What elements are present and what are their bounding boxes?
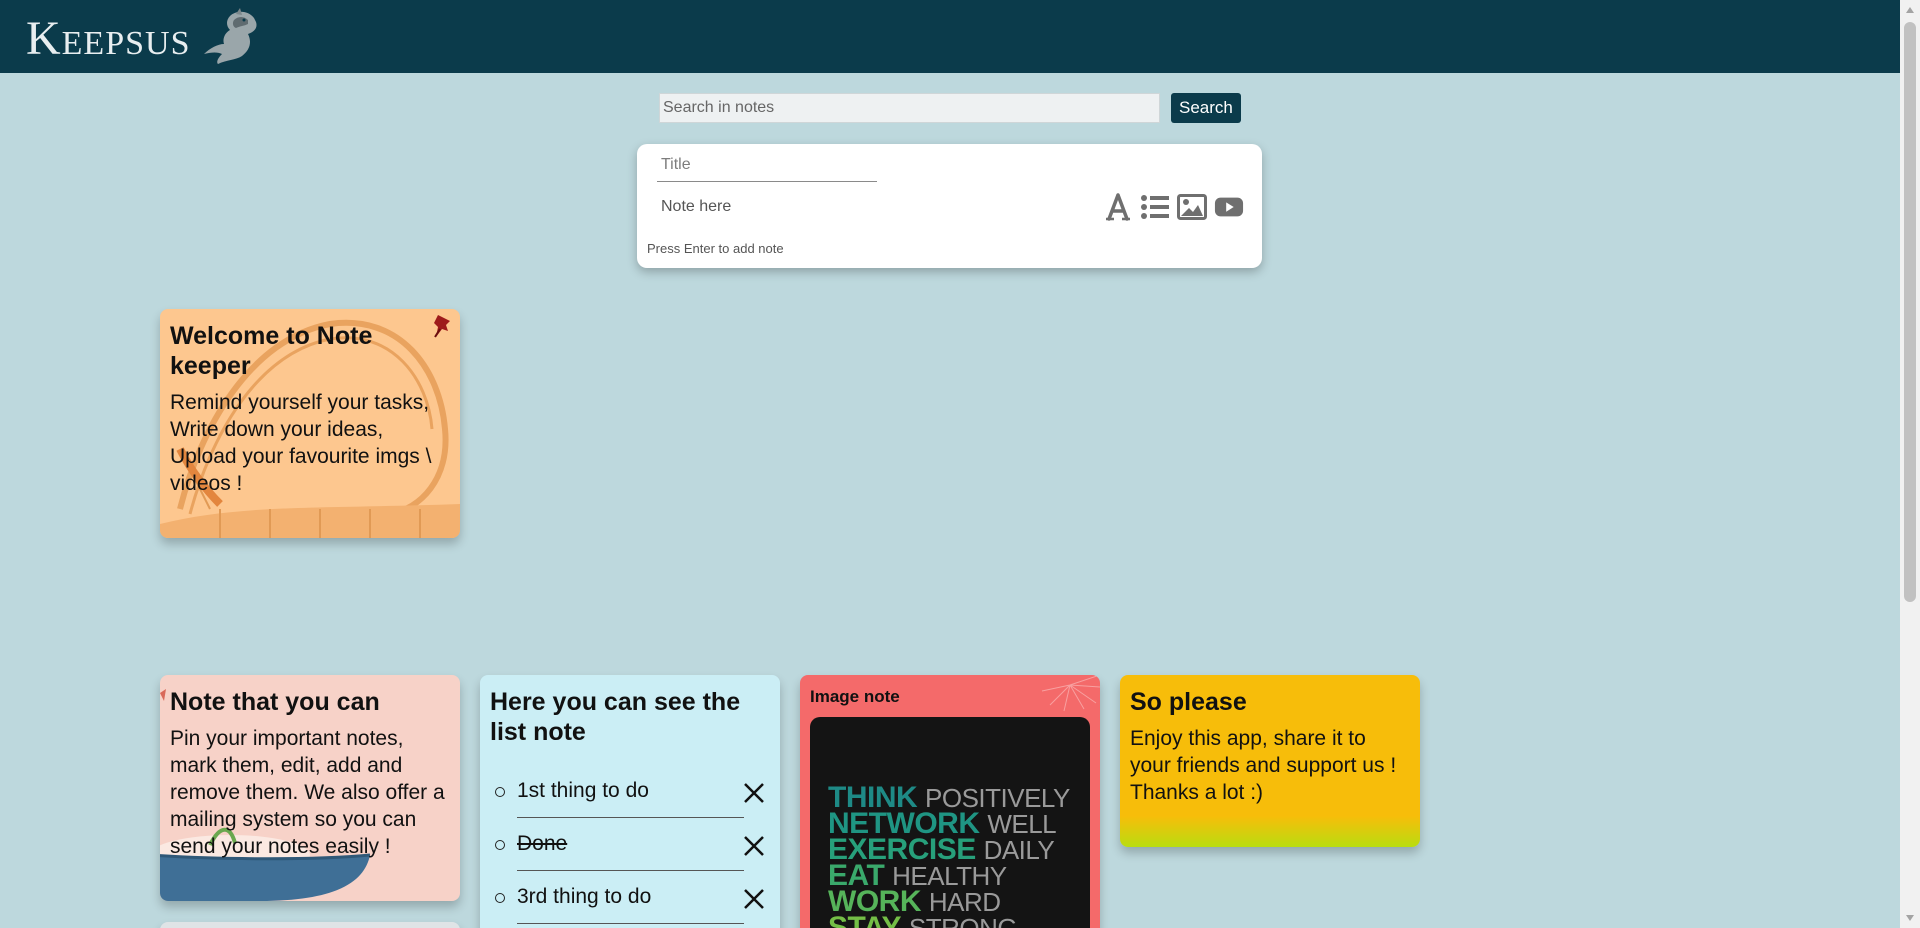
- search-input[interactable]: [659, 93, 1160, 123]
- note-card-image[interactable]: Image note THINK POSITIVELY NETWORK WELL…: [800, 675, 1100, 928]
- note-card-welcome[interactable]: Welcome to Note keeper Remind yourself y…: [160, 309, 460, 538]
- logo-text: Keepsus: [26, 12, 191, 65]
- list-item-text[interactable]: 3rd thing to do: [517, 885, 651, 909]
- image-icon[interactable]: [1177, 192, 1207, 222]
- close-icon[interactable]: [742, 781, 766, 805]
- bullet-icon: [495, 892, 505, 903]
- text-format-icon[interactable]: [1103, 192, 1133, 222]
- close-icon[interactable]: [742, 887, 766, 911]
- note-body: Remind yourself your tasks, Write down y…: [170, 391, 432, 495]
- list-icon[interactable]: [1140, 192, 1170, 222]
- search-button[interactable]: Search: [1171, 93, 1241, 123]
- note-title: Note that you can: [170, 688, 380, 716]
- top-bar: Keepsus: [0, 0, 1900, 73]
- composer-toolbar: [1103, 192, 1244, 222]
- scroll-down-icon[interactable]: [1905, 914, 1915, 922]
- note-title: Here you can see the list note: [490, 688, 741, 746]
- bullet-icon: [495, 786, 505, 797]
- note-title: Welcome to Note keeper: [170, 322, 373, 380]
- note-body: Enjoy this app, share it to your friends…: [1130, 727, 1397, 804]
- scrollbar-thumb[interactable]: [1904, 22, 1916, 602]
- bullet-icon: [495, 839, 505, 850]
- note-title: So please: [1130, 688, 1247, 716]
- note-composer: Press Enter to add note: [637, 144, 1262, 268]
- note-title: Image note: [810, 687, 900, 706]
- note-title-input[interactable]: [657, 149, 877, 182]
- note-image[interactable]: THINK POSITIVELY NETWORK WELL EXERCISE D…: [810, 717, 1090, 928]
- list-item[interactable]: 1st thing to do: [490, 765, 770, 818]
- note-card-please[interactable]: So please Enjoy this app, share it to yo…: [1120, 675, 1420, 847]
- note-body: Pin your important notes, mark them, edi…: [170, 727, 445, 858]
- horse-logo-icon: [204, 8, 258, 65]
- scroll-up-icon[interactable]: [1905, 6, 1915, 14]
- note-card-features[interactable]: Note that you can Pin your important not…: [160, 675, 460, 901]
- composer-hint: Press Enter to add note: [647, 241, 784, 256]
- todo-list: 1st thing to do Done 3rd thing to do: [480, 747, 780, 924]
- list-item[interactable]: Done: [490, 818, 770, 871]
- app-logo[interactable]: Keepsus: [26, 8, 262, 65]
- list-item[interactable]: 3rd thing to do: [490, 871, 770, 924]
- note-card-list[interactable]: Here you can see the list note 1st thing…: [480, 675, 780, 928]
- note-body-input[interactable]: [657, 192, 957, 222]
- close-icon[interactable]: [742, 834, 766, 858]
- page-scrollbar[interactable]: [1900, 0, 1920, 928]
- search-bar: Search: [659, 93, 1241, 123]
- video-icon[interactable]: [1214, 192, 1244, 222]
- note-card-partial[interactable]: [160, 922, 460, 928]
- list-item-text[interactable]: Done: [517, 832, 567, 856]
- list-item-text[interactable]: 1st thing to do: [517, 779, 649, 803]
